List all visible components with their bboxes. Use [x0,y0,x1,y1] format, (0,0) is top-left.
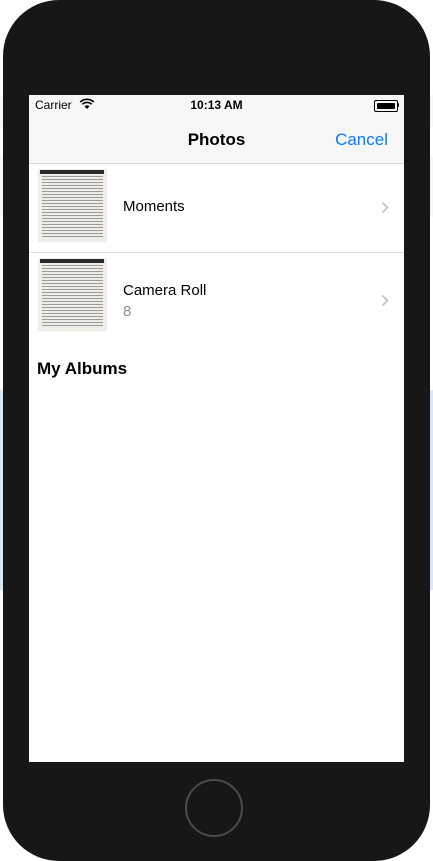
album-thumbnail [38,258,107,331]
status-bar: Carrier 10:13 AM [29,95,404,115]
album-row-moments[interactable]: Moments [29,164,404,253]
chevron-right-icon [381,201,389,214]
album-count: 8 [123,303,132,320]
status-time: 10:13 AM [190,98,243,112]
navigation-bar: Photos Cancel [29,115,404,164]
battery-icon [374,100,399,112]
phone-frame: Carrier 10:13 AM Photos Cancel Moments C… [3,0,430,861]
album-title: Camera Roll [123,282,207,299]
chevron-right-icon [381,294,389,307]
home-button[interactable] [185,779,243,837]
screen: Carrier 10:13 AM Photos Cancel Moments C… [29,95,404,762]
section-header-my-albums: My Albums [37,359,128,378]
album-thumbnail [38,169,107,242]
album-row-camera-roll[interactable]: Camera Roll 8 [29,253,404,336]
album-title: Moments [123,198,185,215]
album-list: Moments Camera Roll 8 [29,164,404,336]
cancel-button[interactable]: Cancel [335,130,388,150]
